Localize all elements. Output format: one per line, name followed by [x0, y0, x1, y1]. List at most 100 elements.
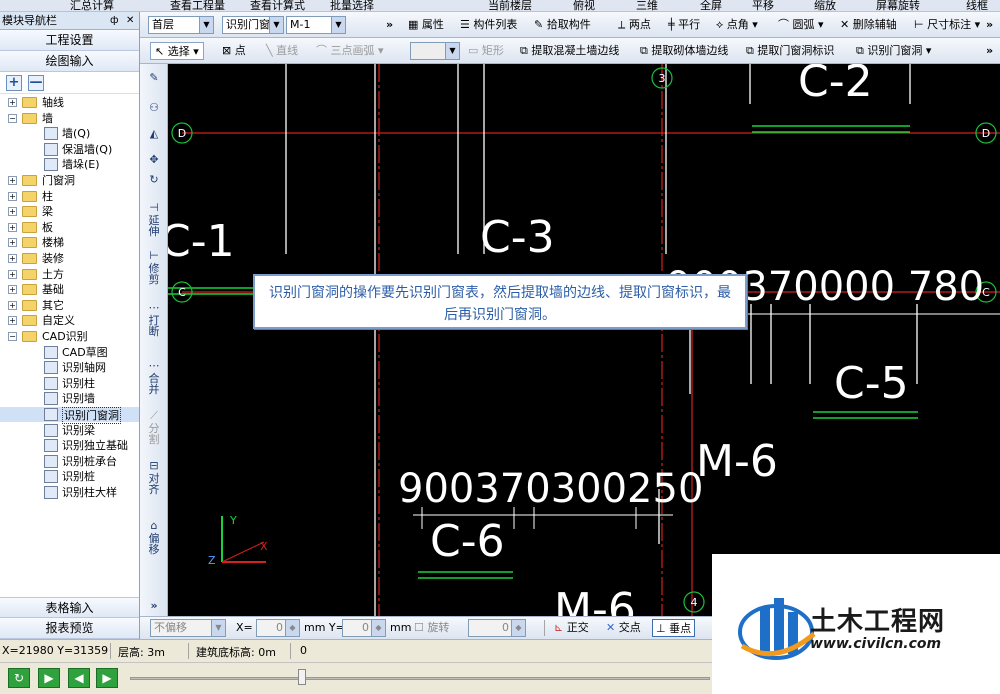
view-quantity-button[interactable]: 查看工程量 [170, 0, 225, 11]
zoom-button[interactable]: 缩放 [814, 0, 836, 11]
x-input[interactable]: 0 ◆ [256, 619, 300, 637]
point-button[interactable]: ⊠ 点 [222, 42, 246, 60]
identify-opening-button[interactable]: ⧉ 识别门窗洞 ▾ [856, 42, 931, 60]
toolbar-overflow-button-2[interactable]: » [986, 16, 993, 34]
tree-leaf-item[interactable]: 墙垛(E) [0, 157, 139, 172]
category-select[interactable]: 识别门窗 ▼ [222, 16, 284, 34]
top-view-button[interactable]: 俯视 [573, 0, 595, 11]
expand-icon[interactable]: + [8, 316, 17, 326]
ortho-button[interactable]: ⊾ 正交 [554, 619, 589, 637]
progress-track[interactable] [130, 677, 710, 680]
tree-leaf-item[interactable]: 保温墙(Q) [0, 142, 139, 157]
break-button[interactable]: ⋯ 打断 [143, 302, 165, 337]
floor-select[interactable]: 首层 ▼ [148, 16, 214, 34]
tree-leaf-item[interactable]: 识别桩 [0, 469, 139, 484]
tree-leaf-item[interactable]: 识别梁 [0, 423, 139, 438]
tree-folder-item[interactable]: − CAD识别 [0, 329, 139, 344]
expand-icon[interactable]: + [8, 98, 17, 107]
toolbar-overflow-button-3[interactable]: » [986, 42, 993, 60]
offset-button[interactable]: ⌂ 偏移 [143, 520, 165, 555]
dimension-button[interactable]: ⊢ 尺寸标注 ▾ [914, 16, 980, 34]
summary-calc-button[interactable]: 汇总计算 [70, 0, 114, 11]
refresh-icon[interactable]: ↻ [8, 668, 30, 688]
3d-button[interactable]: 三维 [636, 0, 658, 11]
tree-folder-item[interactable]: + 板 [0, 220, 139, 235]
close-icon[interactable]: ✕ [126, 12, 134, 30]
rotate-checkbox[interactable]: ☐ 旋转 [414, 619, 449, 637]
align-button[interactable]: ⊟ 对齐 [143, 460, 165, 495]
vstrip-overflow-button[interactable]: » [143, 600, 165, 611]
collapse-icon[interactable]: − [8, 332, 17, 341]
progress-thumb[interactable] [298, 669, 306, 685]
toolbar-overflow-button[interactable]: » [386, 16, 393, 34]
expand-all-icon[interactable]: + [6, 75, 22, 91]
move-icon[interactable]: ✥ [143, 154, 165, 165]
tree-folder-item[interactable]: + 楼梯 [0, 235, 139, 250]
expand-icon[interactable]: + [8, 238, 17, 248]
tree-leaf-item[interactable]: CAD草图 [0, 345, 139, 360]
report-preview-button[interactable]: 报表预览 [0, 618, 139, 639]
tree-folder-item[interactable]: + 基础 [0, 282, 139, 297]
parallel-button[interactable]: ╪ 平行 [668, 16, 700, 34]
tree-folder-item[interactable]: + 轴线 [0, 95, 139, 110]
table-input-button[interactable]: 表格输入 [0, 597, 139, 618]
fullscreen-button[interactable]: 全屏 [700, 0, 722, 11]
pin-icon[interactable]: ф [110, 12, 119, 30]
tree-folder-item[interactable]: + 门窗洞 [0, 173, 139, 188]
intersection-button[interactable]: ✕ 交点 [606, 619, 641, 637]
component-list-button[interactable]: ☰ 构件列表 [460, 16, 517, 34]
split-button[interactable]: ⟋ 分割 [143, 410, 165, 445]
tree-leaf-item[interactable]: 识别墙 [0, 391, 139, 406]
merge-button[interactable]: ⋯ 合并 [143, 360, 165, 395]
tree-folder-item[interactable]: + 自定义 [0, 313, 139, 328]
tree-folder-item[interactable]: + 装修 [0, 251, 139, 266]
play-icon[interactable]: ▶ [38, 668, 60, 688]
collapse-icon[interactable]: − [8, 113, 17, 123]
mirror-icon[interactable]: ◭ [143, 128, 165, 139]
rotate-angle-input[interactable]: 0 ◆ [468, 619, 526, 637]
current-floor-combo[interactable]: 当前楼层 [488, 0, 532, 11]
extract-opening-label-button[interactable]: ⧉ 提取门窗洞标识 [746, 42, 834, 60]
batch-select-button[interactable]: 批量选择 [330, 0, 374, 11]
rectangle-button[interactable]: ▭ 矩形 [468, 42, 504, 60]
offset-mode-select[interactable]: 不偏移 ▼ [150, 619, 226, 637]
expand-icon[interactable]: + [8, 269, 17, 279]
tree-folder-item[interactable]: + 其它 [0, 298, 139, 313]
drawing-input-button[interactable]: 绘图输入 [0, 51, 139, 72]
arc-button[interactable]: ⌒ 圆弧 ▾ [778, 16, 824, 34]
extract-concrete-wall-button[interactable]: ⧉ 提取混凝土墙边线 [520, 42, 619, 60]
tree-folder-item[interactable]: + 柱 [0, 189, 139, 204]
expand-icon[interactable]: + [8, 191, 17, 201]
extract-masonry-wall-button[interactable]: ⧉ 提取砌体墙边线 [640, 42, 728, 60]
tree-leaf-item[interactable]: 识别独立基础 [0, 438, 139, 453]
project-settings-button[interactable]: 工程设置 [0, 30, 139, 51]
expand-icon[interactable]: + [8, 254, 17, 263]
tree-folder-item[interactable]: + 梁 [0, 204, 139, 219]
copy-icon[interactable]: ⚇ [143, 102, 165, 113]
select-button[interactable]: ↖ 选择 ▾ [150, 42, 204, 60]
expand-icon[interactable]: + [8, 176, 17, 185]
trim-button[interactable]: ⊢ 修剪 [143, 250, 165, 285]
y-input[interactable]: 0 ◆ [342, 619, 386, 637]
draw-mode-select[interactable]: ▼ [410, 42, 460, 60]
three-point-arc-button[interactable]: ⌒ 三点画弧 ▾ [316, 42, 384, 60]
cad-canvas[interactable]: D D C C 3 4 C-1 C-3 C-2 C-5 M-6 C-6 M-6 … [168, 64, 1000, 616]
wireframe-button[interactable]: 线框 [966, 0, 988, 11]
expand-icon[interactable]: + [8, 222, 17, 232]
tree-folder-item[interactable]: + 土方 [0, 267, 139, 282]
line-button[interactable]: ╲ 直线 [266, 42, 298, 60]
expand-icon[interactable]: + [8, 285, 17, 295]
rotate-icon[interactable]: ↻ [143, 174, 165, 185]
element-select[interactable]: M-1 ▼ [286, 16, 346, 34]
tree-leaf-item[interactable]: 识别轴网 [0, 360, 139, 375]
pen-icon[interactable]: ✎ [143, 72, 165, 83]
tree-leaf-item[interactable]: 识别桩承台 [0, 454, 139, 469]
pick-component-button[interactable]: ✎ 拾取构件 [534, 16, 591, 34]
next-icon[interactable]: ▶ [96, 668, 118, 688]
view-formula-button[interactable]: 查看计算式 [250, 0, 305, 11]
delete-aux-axis-button[interactable]: ✕ 删除辅轴 [840, 16, 897, 34]
tree-leaf-item[interactable]: 墙(Q) [0, 126, 139, 141]
point-angle-button[interactable]: ⟡ 点角 ▾ [716, 16, 758, 34]
collapse-all-icon[interactable]: — [28, 75, 44, 91]
perpendicular-button[interactable]: ⊥ 垂点 [652, 619, 696, 637]
